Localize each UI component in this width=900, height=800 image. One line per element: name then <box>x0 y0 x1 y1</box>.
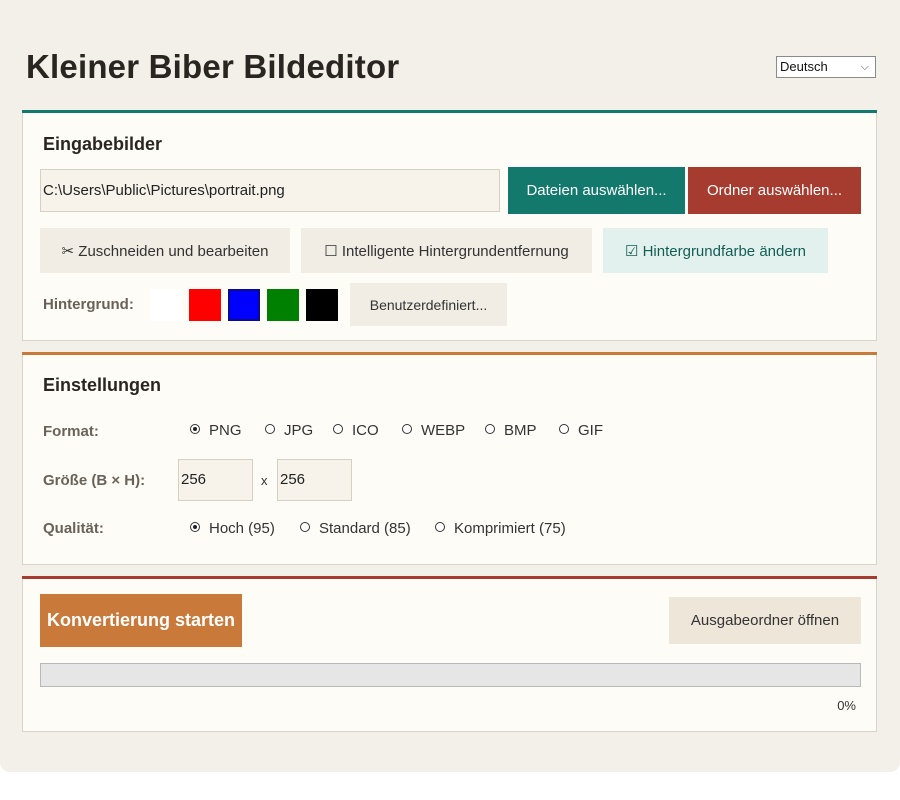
swatch-blue[interactable] <box>228 289 260 321</box>
open-output-folder-button[interactable]: Ausgabeordner öffnen <box>669 597 861 644</box>
run-panel: Konvertierung starten Ausgabeordner öffn… <box>22 576 877 732</box>
crop-edit-button[interactable]: ✂ Zuschneiden und bearbeiten <box>40 228 290 273</box>
radio-dot <box>265 423 275 434</box>
app-window: Kleiner Biber Bildeditor Deutsch ⌵ Einga… <box>0 0 900 772</box>
format-jpg[interactable]: JPG <box>265 422 313 439</box>
radio-dot <box>402 423 412 434</box>
width-value: 256 <box>181 471 207 488</box>
swatch-white[interactable] <box>150 289 182 321</box>
chevron-down-icon: ⌵ <box>860 61 869 73</box>
select-files-button[interactable]: Dateien auswählen... <box>508 167 685 214</box>
format-ico-label: ICO <box>352 422 379 439</box>
background-label: Hintergrund: <box>43 296 134 313</box>
app-title: Kleiner Biber Bildeditor <box>26 48 400 85</box>
quality-label: Qualität: <box>43 520 104 537</box>
language-select[interactable]: Deutsch ⌵ <box>776 56 876 78</box>
input-panel-title: Eingabebilder <box>43 134 163 154</box>
change-bg-color-toggle[interactable]: ☑ Hintergrundfarbe ändern <box>603 228 828 273</box>
height-input[interactable]: 256 <box>277 459 352 501</box>
start-conversion-button[interactable]: Konvertierung starten <box>40 594 242 647</box>
swatch-green[interactable] <box>267 289 299 321</box>
radio-dot <box>333 423 343 434</box>
format-ico[interactable]: ICO <box>333 422 379 439</box>
format-webp-label: WEBP <box>421 422 466 439</box>
input-panel: Eingabebilder C:\Users\Public\Pictures\p… <box>22 110 877 341</box>
language-value: Deutsch <box>780 59 828 74</box>
format-png[interactable]: PNG <box>190 422 242 439</box>
radio-dot <box>300 521 310 532</box>
swatch-black[interactable] <box>306 289 338 321</box>
settings-panel-title: Einstellungen <box>43 375 162 395</box>
run-panel-accent <box>22 576 877 579</box>
format-webp[interactable]: WEBP <box>402 422 465 439</box>
format-label: Format: <box>43 423 99 440</box>
format-jpg-label: JPG <box>284 422 314 439</box>
radio-dot <box>190 521 200 532</box>
quality-compressed-label: Komprimiert (75) <box>454 520 566 537</box>
format-gif-label: GIF <box>578 422 603 439</box>
quality-high-label: Hoch (95) <box>209 520 275 537</box>
format-bmp[interactable]: BMP <box>485 422 537 439</box>
quality-compressed[interactable]: Komprimiert (75) <box>435 520 566 537</box>
radio-dot <box>190 423 200 434</box>
file-path-value: C:\Users\Public\Pictures\portrait.png <box>43 182 285 199</box>
width-input[interactable]: 256 <box>178 459 253 501</box>
size-separator: x <box>261 473 268 488</box>
settings-panel: Einstellungen Format: PNG JPG ICO WEBP B… <box>22 352 877 565</box>
format-gif[interactable]: GIF <box>559 422 603 439</box>
select-folder-button[interactable]: Ordner auswählen... <box>688 167 861 214</box>
radio-dot <box>435 521 445 532</box>
format-bmp-label: BMP <box>504 422 537 439</box>
custom-color-button[interactable]: Benutzerdefiniert... <box>350 283 507 326</box>
format-png-label: PNG <box>209 422 242 439</box>
radio-dot <box>485 423 495 434</box>
file-path-field[interactable]: C:\Users\Public\Pictures\portrait.png <box>40 169 500 212</box>
settings-panel-accent <box>22 352 877 355</box>
quality-standard-label: Standard (85) <box>319 520 411 537</box>
radio-dot <box>559 423 569 434</box>
progress-percent: 0% <box>837 698 856 713</box>
height-value: 256 <box>280 471 306 488</box>
input-panel-accent <box>22 110 877 113</box>
quality-standard[interactable]: Standard (85) <box>300 520 411 537</box>
size-label: Größe (B × H): <box>43 472 146 489</box>
swatch-red[interactable] <box>189 289 221 321</box>
quality-high[interactable]: Hoch (95) <box>190 520 275 537</box>
smart-bg-removal-toggle[interactable]: ☐ Intelligente Hintergrundentfernung <box>301 228 592 273</box>
progress-bar <box>40 663 861 687</box>
